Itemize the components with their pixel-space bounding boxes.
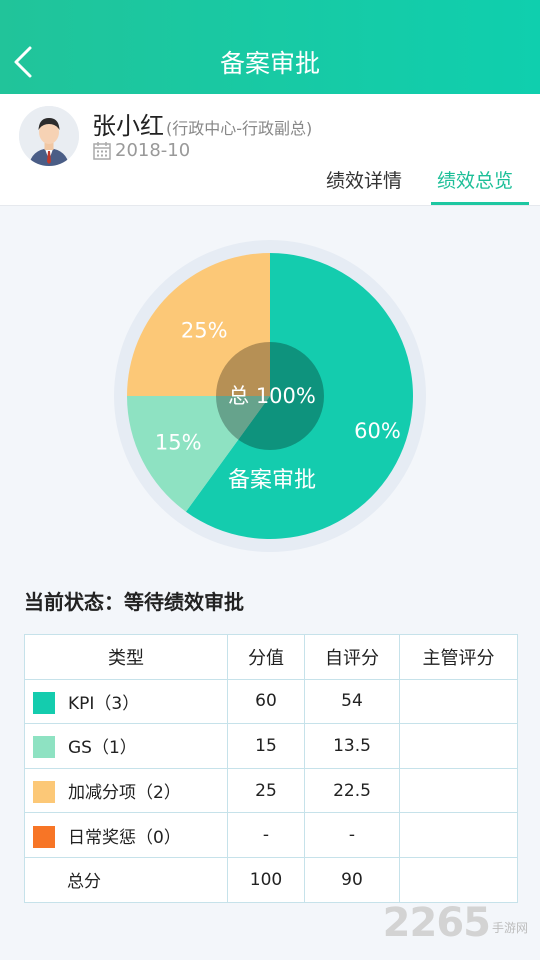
- pie-slice-label: 60%: [354, 419, 401, 443]
- pie-center-label: 总 100%: [228, 384, 316, 408]
- table-total-row: 总分 100 90: [24, 856, 518, 903]
- performance-pie-chart: 60% 15% 25% 总 100% 备案审批: [114, 240, 426, 552]
- profile-card: 张小红 (行政中心-行政副总) 2018-10 绩效详情 绩效总览: [0, 94, 540, 206]
- row-score: 60: [227, 678, 305, 725]
- row-manager-score: [399, 678, 518, 725]
- table-row: GS（1） 15 13.5: [24, 723, 518, 769]
- row-score: 15: [227, 723, 305, 769]
- header-manager-score: 主管评分: [399, 634, 518, 680]
- header-score: 分值: [227, 634, 305, 680]
- table-row: 加减分项（2） 25 22.5: [24, 767, 518, 814]
- row-type-label: KPI（3）: [68, 693, 140, 714]
- row-manager-score: [399, 812, 518, 858]
- row-type: GS（1）: [24, 723, 228, 769]
- row-self-score: 54: [304, 678, 400, 725]
- row-self-score: 13.5: [304, 723, 400, 769]
- table-row: KPI（3） 60 54: [24, 678, 518, 725]
- row-self-score: 22.5: [304, 767, 400, 814]
- watermark: 2265 手游网: [383, 900, 528, 946]
- row-type-label: 加减分项（2）: [68, 783, 181, 804]
- watermark-text: 手游网: [491, 920, 528, 935]
- user-name-text: 张小红: [92, 112, 164, 140]
- status-text: 当前状态：等待绩效审批: [24, 590, 244, 614]
- row-score: 25: [227, 767, 305, 814]
- pie-overlay-label: 备案审批: [228, 468, 316, 493]
- pie-slice-label: 25%: [181, 318, 228, 342]
- row-score: -: [227, 812, 305, 858]
- page-title: 备案审批: [219, 49, 320, 78]
- user-department: (行政中心-行政副总): [166, 119, 313, 138]
- row-type: KPI（3）: [24, 678, 228, 725]
- tab-performance-overview[interactable]: 绩效总览: [437, 166, 513, 193]
- app-header: 备案审批: [0, 0, 540, 94]
- row-manager-score: [399, 767, 518, 814]
- row-self-score: -: [304, 812, 400, 858]
- date-text: 2018-10: [115, 140, 191, 161]
- score-table: 类型 分值 自评分 主管评分 KPI（3） 60 54 GS（1） 15 13.…: [24, 634, 518, 903]
- total-manager-score: [399, 856, 518, 903]
- user-name: 张小红 (行政中心-行政副总): [92, 106, 312, 141]
- header-self-score: 自评分: [304, 634, 400, 680]
- active-tab-indicator: [431, 202, 529, 205]
- color-swatch: [33, 736, 55, 759]
- row-type: 加减分项（2）: [24, 767, 228, 814]
- total-label: 总分: [24, 856, 228, 903]
- calendar-icon: [93, 141, 111, 160]
- row-type-label: 日常奖惩（0）: [68, 827, 181, 848]
- avatar: [19, 106, 79, 166]
- user-avatar-icon: [19, 106, 79, 166]
- pie-slice-label: 15%: [155, 431, 202, 455]
- period-date: 2018-10: [92, 140, 190, 161]
- color-swatch: [33, 781, 55, 804]
- row-type: 日常奖惩（0）: [24, 812, 228, 858]
- row-manager-score: [399, 723, 518, 769]
- table-row: 日常奖惩（0） - -: [24, 812, 518, 858]
- color-swatch: [33, 691, 55, 714]
- total-score: 100: [227, 856, 305, 903]
- watermark-number: 2265: [382, 900, 491, 946]
- color-swatch: [33, 825, 55, 848]
- table-header-row: 类型 分值 自评分 主管评分: [24, 634, 518, 680]
- tab-performance-detail[interactable]: 绩效详情: [326, 166, 402, 193]
- header-type: 类型: [24, 634, 228, 680]
- row-type-label: GS（1）: [68, 738, 137, 759]
- total-self-score: 90: [304, 856, 400, 903]
